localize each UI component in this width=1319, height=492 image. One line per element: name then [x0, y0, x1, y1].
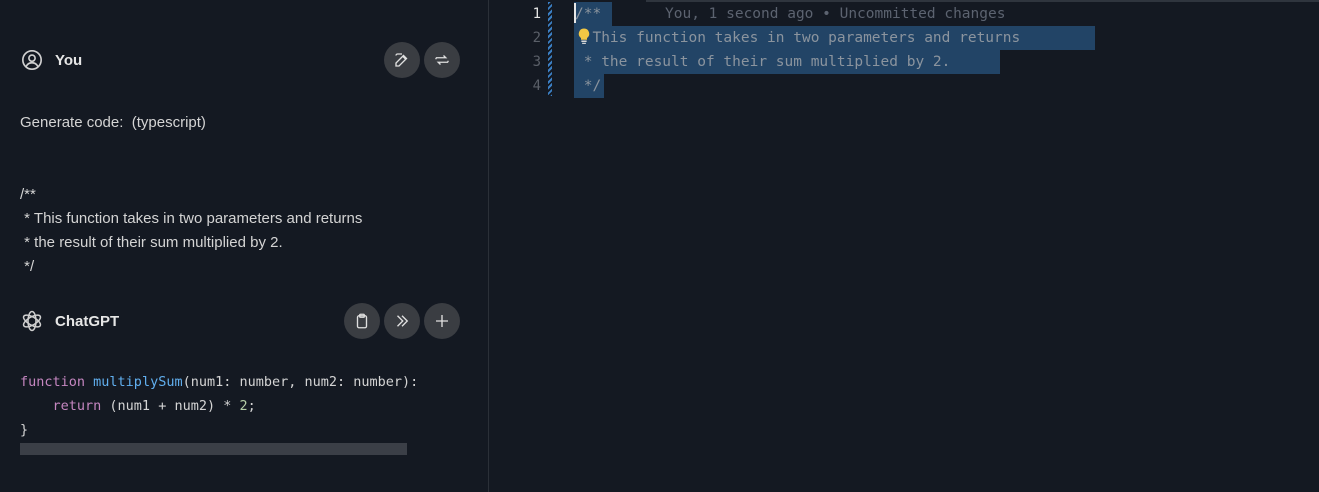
user-line: /**: [20, 186, 36, 203]
user-name: You: [55, 51, 83, 69]
code-keyword: function: [20, 374, 86, 390]
code-number: 2: [239, 398, 248, 414]
user-message-actions: [384, 42, 460, 78]
code-horizontal-scrollbar[interactable]: [20, 443, 407, 455]
line-number: 1: [532, 6, 541, 22]
insert-code-button[interactable]: [384, 303, 420, 339]
code-keyword: return: [52, 398, 102, 414]
user-line: [20, 159, 470, 183]
code-text: ;: [247, 398, 256, 414]
regenerate-button[interactable]: [424, 42, 460, 78]
app-window: You Generate code: (typescript) /** * Th…: [0, 0, 1319, 492]
editor-line[interactable]: This function takes in two parameters an…: [575, 26, 1020, 50]
editor-line[interactable]: */: [575, 74, 601, 98]
code-line: return (num1 + num2) * 2;: [20, 394, 470, 418]
new-file-button[interactable]: [424, 303, 460, 339]
assistant-message-actions: [344, 303, 460, 339]
line-number: 4: [532, 78, 541, 94]
editor-line[interactable]: /**: [575, 2, 601, 26]
assistant-name: ChatGPT: [55, 312, 120, 330]
user-avatar-icon: [20, 48, 44, 72]
line-number: 2: [532, 30, 541, 46]
regenerate-icon: [435, 55, 449, 65]
git-change-indicator[interactable]: [548, 2, 552, 96]
user-line: [20, 135, 470, 159]
code-line: }: [20, 422, 29, 438]
line-number: 3: [532, 54, 541, 70]
assistant-code-block: function multiplySum(num1: number, num2:…: [20, 370, 470, 450]
code-editor[interactable]: 1 2 3 4 /** This function takes in two p…: [489, 0, 1319, 492]
lightbulb-icon[interactable]: [575, 27, 593, 45]
chat-panel: You Generate code: (typescript) /** * Th…: [0, 0, 488, 492]
code-function-name: multiplySum: [93, 374, 183, 390]
git-blame-annotation: You, 1 second ago • Uncommitted changes: [665, 6, 1006, 22]
plus-icon: [436, 315, 448, 327]
insert-icon: [397, 315, 409, 327]
code-text: (num1 + num2) *: [101, 398, 240, 414]
code-text: (num1: number, num2: number):: [182, 374, 427, 390]
edit-button[interactable]: [384, 42, 420, 78]
editor-line[interactable]: * the result of their sum multiplied by …: [575, 50, 951, 74]
edit-icon: [395, 53, 408, 67]
code-line: function multiplySum(num1: number, num2:…: [20, 370, 470, 394]
clipboard-icon: [356, 313, 368, 329]
user-line: * This function takes in two parameters …: [20, 210, 363, 227]
copy-button[interactable]: [344, 303, 380, 339]
text-cursor: [574, 3, 576, 23]
user-message-header: You: [20, 41, 460, 79]
user-line: * the result of their sum multiplied by …: [20, 234, 283, 251]
chatgpt-logo-icon: [20, 309, 44, 333]
assistant-message-header: ChatGPT: [20, 302, 460, 340]
user-message-text: Generate code: (typescript) /** * This f…: [20, 111, 470, 279]
user-line: */: [20, 258, 35, 275]
user-line: Generate code: (typescript): [20, 114, 206, 131]
